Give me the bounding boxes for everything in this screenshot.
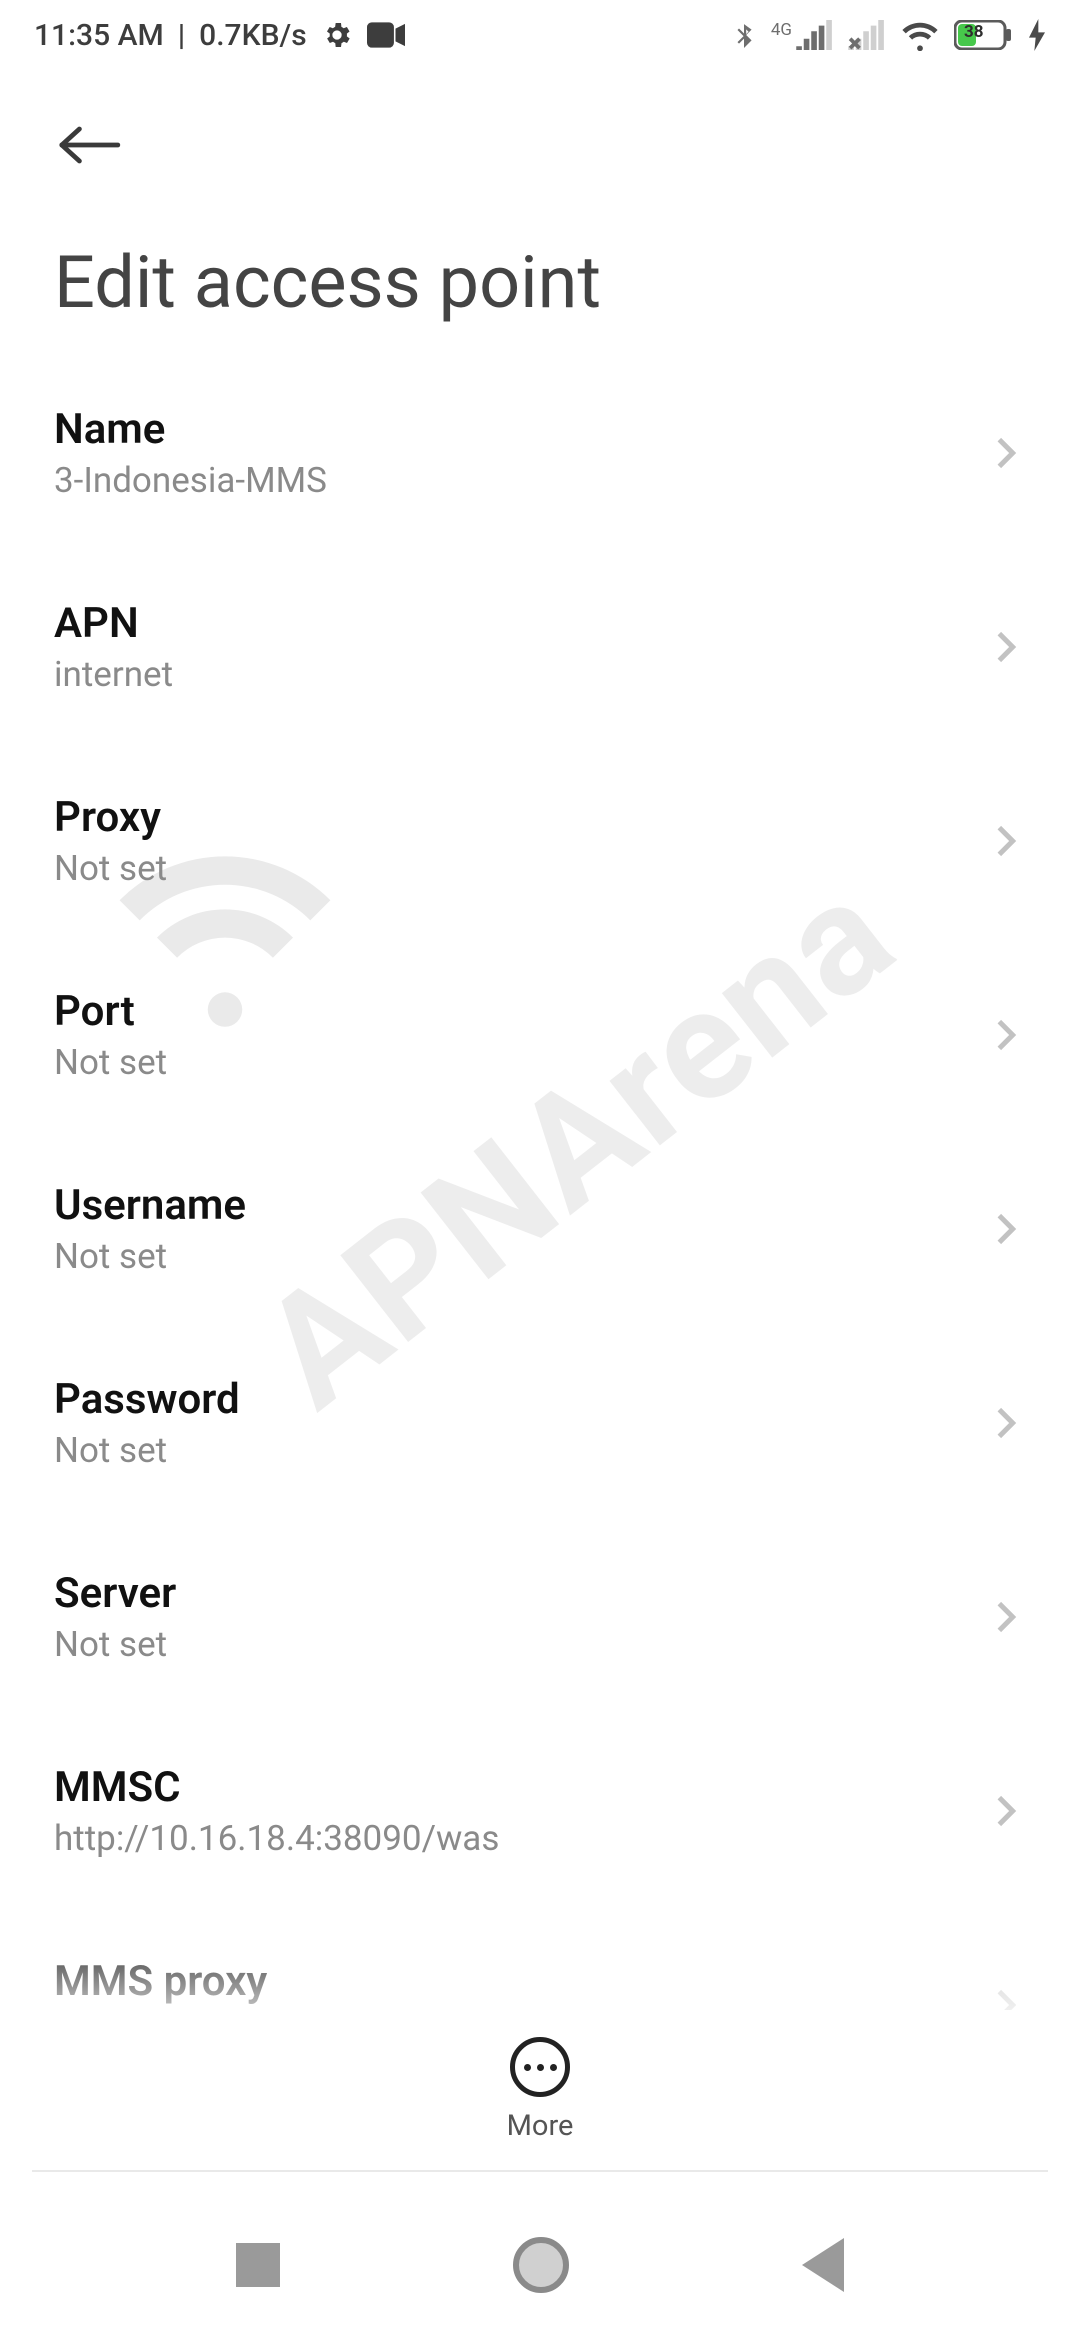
field-label: APN: [54, 599, 986, 648]
signal-sim1-icon: [796, 20, 834, 50]
field-label: Username: [54, 1181, 986, 1230]
system-nav-bar: [0, 2190, 1080, 2340]
row-port[interactable]: Port Not set: [54, 937, 1026, 1131]
field-value: Not set: [54, 1430, 986, 1471]
row-proxy[interactable]: Proxy Not set: [54, 743, 1026, 937]
field-value: Not set: [54, 1236, 986, 1277]
row-apn[interactable]: APN internet: [54, 549, 1026, 743]
field-label: Server: [54, 1569, 986, 1618]
signal-sim2-icon: [848, 20, 886, 50]
battery-percent: 38: [964, 22, 984, 42]
nav-back-button[interactable]: [802, 2238, 844, 2292]
more-icon: [510, 2037, 570, 2097]
field-label: Name: [54, 405, 986, 454]
chevron-right-icon: [986, 821, 1026, 861]
charging-icon: [1028, 19, 1046, 51]
status-data-rate: 0.7KB/s: [199, 18, 306, 53]
nav-home-button[interactable]: [513, 2237, 569, 2293]
chevron-right-icon: [986, 1015, 1026, 1055]
field-label: Port: [54, 987, 986, 1036]
status-time: 11:35 AM: [34, 18, 164, 53]
field-label: MMS proxy: [54, 1957, 986, 2006]
page-title: Edit access point: [0, 180, 1080, 355]
battery-icon: 38: [954, 20, 1014, 50]
arrow-left-icon: [57, 123, 121, 167]
apn-settings-list: Name 3-Indonesia-MMS APN internet Proxy …: [0, 355, 1080, 2101]
field-value: Not set: [54, 848, 986, 889]
field-value: http://10.16.18.4:38090/was: [54, 1818, 986, 1859]
chevron-right-icon: [986, 1209, 1026, 1249]
field-value: Not set: [54, 1042, 986, 1083]
status-separator: |: [178, 18, 185, 53]
settings-icon: [321, 19, 353, 51]
chevron-right-icon: [986, 433, 1026, 473]
field-value: internet: [54, 654, 986, 695]
wifi-icon: [900, 19, 940, 51]
field-label: MMSC: [54, 1763, 986, 1812]
camera-icon: [367, 21, 405, 49]
chevron-right-icon: [986, 1597, 1026, 1637]
back-button[interactable]: [54, 110, 124, 180]
row-username[interactable]: Username Not set: [54, 1131, 1026, 1325]
more-label: More: [507, 2109, 574, 2143]
more-button[interactable]: More: [0, 2010, 1080, 2170]
field-label: Proxy: [54, 793, 986, 842]
row-password[interactable]: Password Not set: [54, 1325, 1026, 1519]
chevron-right-icon: [986, 1791, 1026, 1831]
field-label: Password: [54, 1375, 986, 1424]
bottom-divider: [32, 2170, 1048, 2172]
row-server[interactable]: Server Not set: [54, 1519, 1026, 1713]
chevron-right-icon: [986, 627, 1026, 667]
row-name[interactable]: Name 3-Indonesia-MMS: [54, 355, 1026, 549]
field-value: 3-Indonesia-MMS: [54, 460, 986, 501]
nav-recent-button[interactable]: [236, 2243, 280, 2287]
bluetooth-icon: [731, 16, 757, 54]
network-type-label: 4G: [771, 22, 792, 39]
chevron-right-icon: [986, 1403, 1026, 1443]
status-bar: 11:35 AM | 0.7KB/s 4G 38: [0, 0, 1080, 70]
field-value: Not set: [54, 1624, 986, 1665]
row-mmsc[interactable]: MMSC http://10.16.18.4:38090/was: [54, 1713, 1026, 1907]
